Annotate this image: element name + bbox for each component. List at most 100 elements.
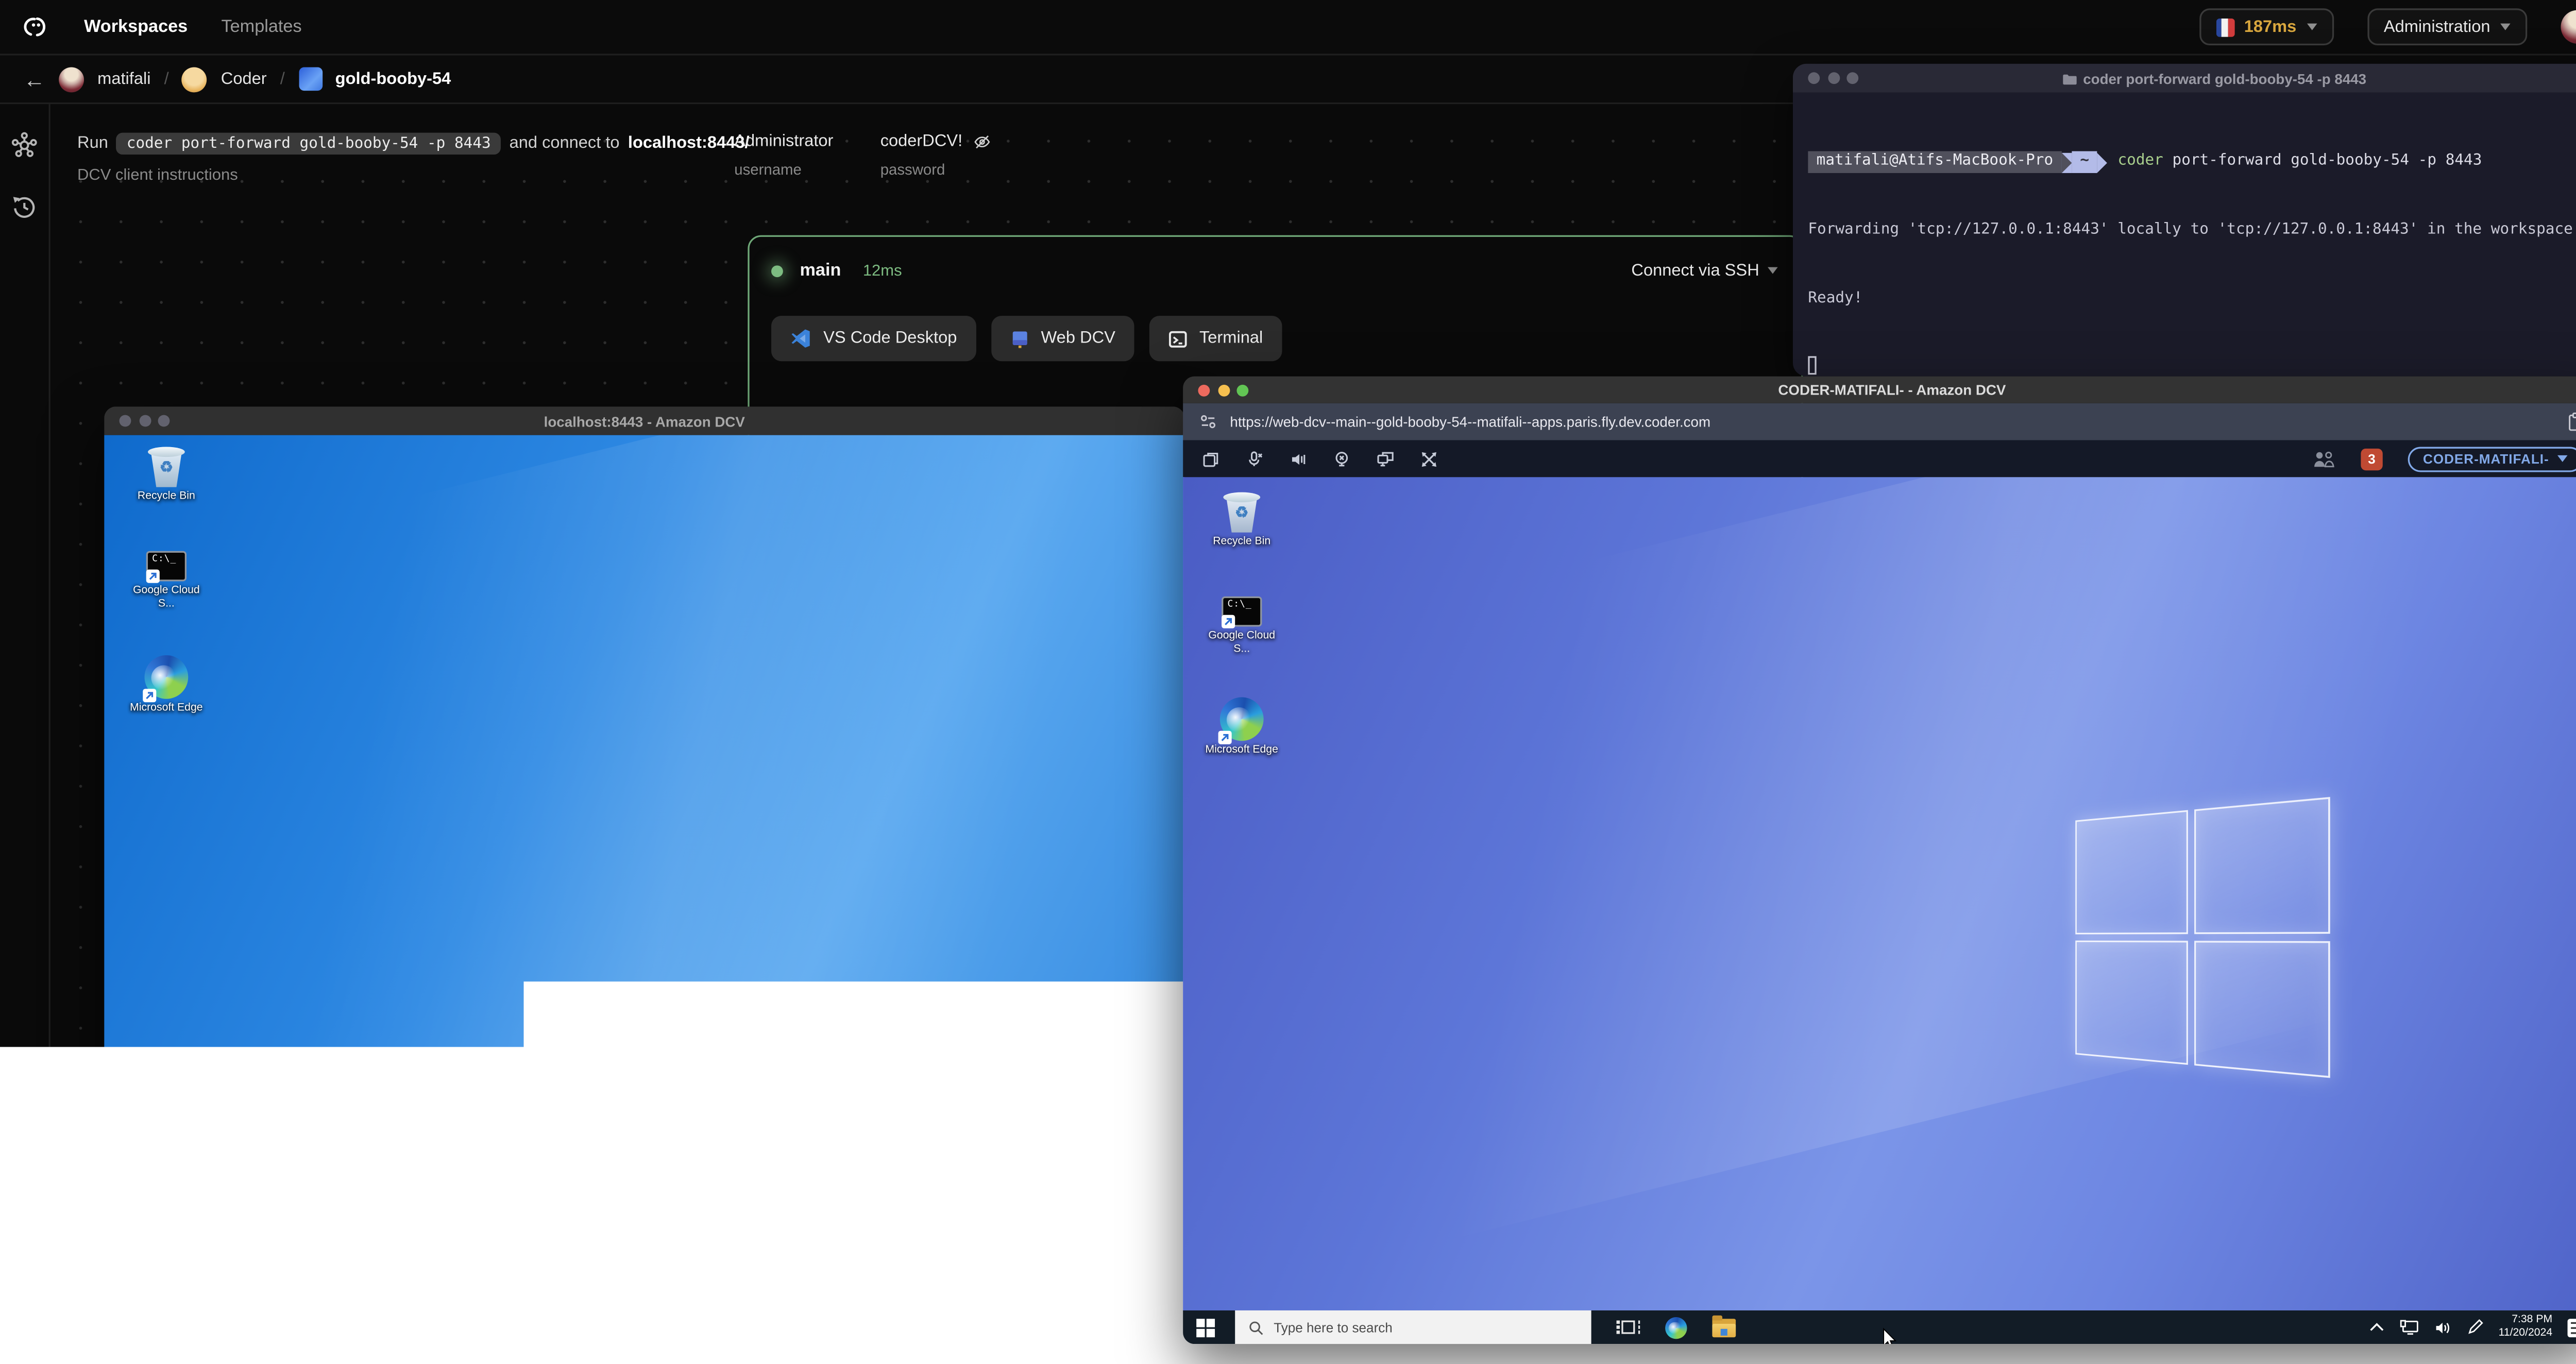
dcv-window-localhost[interactable]: localhost:8443 - Amazon DCV Recycle Bin … bbox=[104, 406, 1184, 1302]
system-tray[interactable]: 7:38 PM 11/20/2024 1 bbox=[2369, 1313, 2576, 1341]
dcv-front-title: CODER-MATIFALI- - Amazon DCV bbox=[1183, 381, 2576, 398]
cloud-shell-icon: C:\_ bbox=[146, 551, 187, 582]
icon-label: Google Cloud S... bbox=[1201, 630, 1282, 658]
windows-panel-icon[interactable] bbox=[1201, 449, 1220, 468]
task-view-icon[interactable] bbox=[1617, 1321, 1640, 1334]
desktop-icon-edge[interactable]: Microsoft Edge bbox=[126, 655, 207, 717]
breadcrumb-user[interactable]: matifali bbox=[97, 70, 150, 88]
chevron-down-icon bbox=[2500, 24, 2511, 30]
latency-value: 187ms bbox=[2244, 18, 2297, 36]
resources-icon[interactable] bbox=[10, 131, 39, 159]
edge-icon bbox=[1220, 697, 1264, 741]
terminal-titlebar[interactable]: coder port-forward gold-booby-54 -p 8443 bbox=[1793, 64, 2576, 92]
latency-pill[interactable]: 187ms bbox=[2199, 8, 2333, 45]
nav-workspaces[interactable]: Workspaces bbox=[84, 17, 188, 37]
breadcrumb-separator: / bbox=[164, 70, 169, 88]
collaborators-icon[interactable] bbox=[2312, 449, 2336, 468]
file-explorer-icon[interactable] bbox=[1712, 1318, 1736, 1337]
command-args: port-forward gold-booby-54 -p 8443 bbox=[2163, 151, 2482, 174]
dcv-toolbar[interactable]: 3 CODER-MATIFALI- bbox=[1183, 440, 2576, 478]
browser-url-bar[interactable]: https://web-dcv--main--gold-booby-54--ma… bbox=[1183, 403, 2576, 440]
start-button[interactable] bbox=[104, 1264, 148, 1302]
shortcut-arrow-icon bbox=[1217, 730, 1231, 743]
terminal-title: coder port-forward gold-booby-54 -p 8443 bbox=[2083, 70, 2366, 87]
notification-center-icon[interactable]: 1 bbox=[2568, 1318, 2576, 1337]
agent-status-dot bbox=[771, 265, 783, 277]
dcv-client-instructions-link[interactable]: DCV client instructions bbox=[77, 166, 750, 185]
icon-label: Recycle Bin bbox=[1213, 536, 1270, 550]
desktop-icon-recycle-bin[interactable]: Recycle Bin bbox=[1201, 492, 1282, 550]
remote-desktop[interactable]: Recycle Bin C:\_ Google Cloud S... Micro… bbox=[104, 435, 1184, 1264]
desktop-icon-cloud-shell[interactable]: C:\_ Google Cloud S... bbox=[126, 551, 207, 613]
volume-icon[interactable] bbox=[2435, 1320, 2452, 1335]
collaborator-count-badge[interactable]: 3 bbox=[2361, 448, 2382, 469]
desktop-icon-edge[interactable]: Microsoft Edge bbox=[1201, 697, 1282, 759]
user-avatar bbox=[2561, 10, 2576, 44]
cloud-shell-icon: C:\_ bbox=[1222, 596, 1262, 627]
windows-taskbar[interactable]: Type here to search bbox=[104, 1264, 1184, 1302]
breadcrumb-separator: / bbox=[280, 70, 285, 88]
taskbar-search[interactable]: Type here to search bbox=[1235, 1310, 1591, 1344]
windows-taskbar[interactable]: Type here to search 7:38 PM 11/20/2024 1 bbox=[1183, 1310, 2576, 1344]
prompt-path: ~ bbox=[2072, 151, 2097, 173]
task-view-icon[interactable] bbox=[541, 1276, 565, 1289]
terminal-window[interactable]: coder port-forward gold-booby-54 -p 8443… bbox=[1793, 64, 2576, 377]
nav-templates[interactable]: Templates bbox=[221, 17, 301, 37]
network-icon[interactable] bbox=[2399, 1319, 2419, 1336]
vscode-desktop-button[interactable]: VS Code Desktop bbox=[771, 316, 975, 361]
clipboard-icon[interactable] bbox=[2568, 412, 2576, 432]
breadcrumb-workspace[interactable]: gold-booby-54 bbox=[335, 70, 451, 88]
shell-prompt-text: C:\_ bbox=[1228, 600, 1252, 610]
web-dcv-button[interactable]: Web DCV bbox=[991, 316, 1134, 361]
icon-label: Microsoft Edge bbox=[130, 702, 202, 717]
tray-expand-icon[interactable] bbox=[2369, 1322, 2384, 1333]
powerline-arrow bbox=[2061, 152, 2072, 172]
user-menu[interactable] bbox=[2561, 10, 2576, 44]
left-sidebar bbox=[0, 104, 50, 1307]
site-settings-icon[interactable] bbox=[1200, 413, 1217, 430]
pen-icon[interactable] bbox=[2467, 1319, 2484, 1336]
dcv-icon bbox=[1009, 329, 1029, 349]
icon-label: Microsoft Edge bbox=[1206, 744, 1278, 759]
dcv-front-titlebar[interactable]: CODER-MATIFALI- - Amazon DCV bbox=[1183, 377, 2576, 403]
speaker-icon[interactable] bbox=[1289, 449, 1308, 468]
taskbar-clock[interactable]: 7:38 PM 11/20/2024 bbox=[2499, 1313, 2553, 1341]
history-icon[interactable] bbox=[10, 193, 39, 221]
taskbar-search[interactable]: Type here to search bbox=[160, 1264, 516, 1302]
windows-start-icon bbox=[117, 1273, 135, 1292]
desktop-icon-recycle-bin[interactable]: Recycle Bin bbox=[126, 447, 207, 505]
breadcrumb-org[interactable]: Coder bbox=[221, 70, 267, 88]
chevron-down-icon bbox=[1768, 267, 1778, 274]
agent-latency: 12ms bbox=[863, 261, 902, 280]
username-value: Administrator bbox=[734, 133, 833, 151]
url-text[interactable]: https://web-dcv--main--gold-booby-54--ma… bbox=[1230, 413, 1710, 430]
web-dcv-label: Web DCV bbox=[1041, 329, 1115, 348]
microphone-muted-icon[interactable] bbox=[1245, 449, 1264, 468]
session-name: CODER-MATIFALI- bbox=[2423, 451, 2549, 466]
file-explorer-icon[interactable] bbox=[637, 1273, 660, 1292]
terminal-button[interactable]: Terminal bbox=[1149, 316, 1281, 361]
dcv-back-titlebar[interactable]: localhost:8443 - Amazon DCV bbox=[104, 406, 1184, 435]
connect-via-ssh-button[interactable]: Connect via SSH bbox=[1631, 261, 1777, 280]
search-icon bbox=[173, 1275, 188, 1290]
eye-off-icon[interactable] bbox=[973, 133, 991, 151]
administration-menu[interactable]: Administration bbox=[2367, 8, 2527, 45]
recycle-bin-icon bbox=[148, 447, 185, 487]
start-button[interactable] bbox=[1183, 1310, 1227, 1344]
edge-taskbar-icon[interactable] bbox=[1665, 1316, 1687, 1338]
top-nav: Workspaces Templates 187ms Administratio… bbox=[0, 0, 2576, 56]
clock-time: 7:38 PM bbox=[2499, 1313, 2553, 1327]
fullscreen-icon[interactable] bbox=[1420, 449, 1438, 468]
coder-logo-icon bbox=[20, 12, 50, 42]
webcam-off-icon[interactable] bbox=[1332, 449, 1351, 468]
remote-desktop[interactable]: Recycle Bin C:\_ Google Cloud S... Micro… bbox=[1183, 477, 2576, 1310]
chevron-down-icon bbox=[2307, 24, 2317, 30]
workspace-icon bbox=[298, 67, 322, 91]
edge-taskbar-icon[interactable] bbox=[590, 1272, 612, 1293]
session-menu-button[interactable]: CODER-MATIFALI- bbox=[2408, 446, 2576, 471]
displays-icon[interactable] bbox=[1376, 449, 1395, 468]
dcv-window-web[interactable]: CODER-MATIFALI- - Amazon DCV https://web… bbox=[1183, 377, 2576, 1344]
back-button[interactable]: ← bbox=[24, 68, 45, 90]
desktop-icon-cloud-shell[interactable]: C:\_ Google Cloud S... bbox=[1201, 596, 1282, 658]
dcv-back-title: localhost:8443 - Amazon DCV bbox=[104, 413, 1184, 430]
